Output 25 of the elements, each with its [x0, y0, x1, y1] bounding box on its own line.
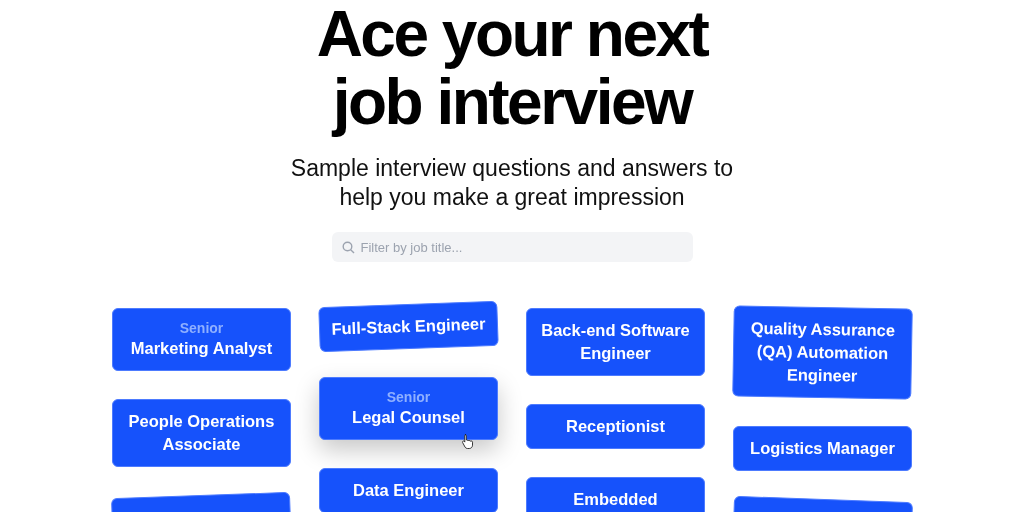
page-heading: Ace your next job interview — [315, 0, 709, 136]
job-card[interactable]: Back-end Software Engineer — [526, 308, 705, 376]
job-card[interactable]: Embedded — [526, 477, 705, 512]
job-card[interactable]: Data Engineer — [319, 468, 498, 512]
job-card[interactable]: Senior Marketing Analyst — [112, 308, 291, 371]
job-card[interactable]: Logistics Manager — [733, 426, 912, 471]
job-title: Embedded — [573, 489, 658, 510]
hand-cursor-icon — [461, 433, 475, 449]
job-card[interactable]: People Operations Associate — [112, 399, 291, 467]
seniority-label: Senior — [179, 319, 224, 337]
job-card[interactable]: Quality Assurance (QA) Automation Engineer — [732, 305, 913, 400]
job-title: Back-end Software Engineer — [540, 320, 691, 364]
search-field[interactable]: Filter by job title... — [331, 232, 693, 262]
page-subheading: Sample interview questions and answers to help you make a great impression — [289, 154, 735, 212]
job-title: Quality Assurance (QA) Automation Engineer — [749, 317, 897, 387]
job-title: Logistics Manager — [750, 438, 895, 459]
job-title: Marketing Analyst — [130, 338, 273, 359]
job-card[interactable]: Receptionist — [526, 404, 705, 449]
job-title: People Operations Associate — [127, 411, 276, 455]
job-title: Data Engineer — [353, 480, 464, 501]
job-card[interactable]: Full-Stack Engineer — [318, 300, 499, 353]
seniority-label: Senior — [386, 388, 431, 406]
job-title: Receptionist — [566, 416, 665, 437]
job-title: Legal Counsel — [352, 407, 465, 428]
job-title: Full-Stack Engineer — [331, 313, 486, 340]
